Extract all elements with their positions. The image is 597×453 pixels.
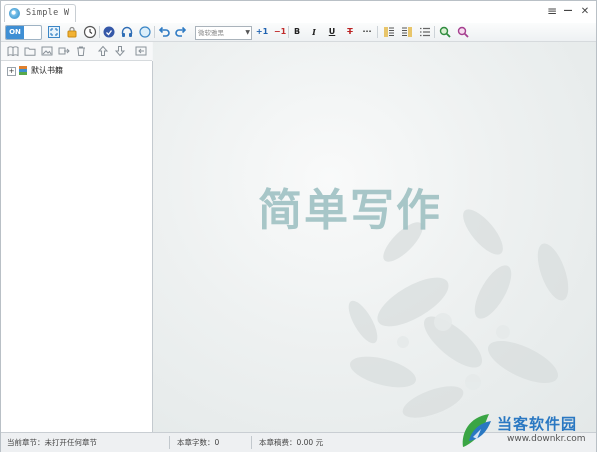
fee-status: 本章稿费：0.00 元 — [259, 438, 324, 447]
chevron-down-icon: ▼ — [245, 29, 250, 36]
status-separator — [251, 436, 252, 449]
site-watermark: 当客软件园 www.downkr.com — [459, 411, 597, 453]
title-bar: Simple W ≡ — ✕ — [1, 1, 596, 23]
italic-button[interactable]: I — [308, 25, 320, 39]
redo-icon[interactable] — [174, 25, 188, 39]
align-right-icon[interactable] — [400, 25, 414, 39]
search-icon[interactable] — [438, 25, 452, 39]
sidebar-toolbar — [1, 42, 152, 61]
tab-title: Simple W — [26, 8, 70, 18]
new-book-icon[interactable] — [7, 45, 19, 57]
book-tree-panel: + 默认书籍 — [1, 61, 153, 432]
more-button[interactable]: ··· — [360, 25, 374, 39]
app-logo-icon — [9, 8, 20, 19]
menu-icon[interactable]: ≡ — [545, 5, 559, 18]
app-window: Simple W ≡ — ✕ ON 微软雅黑 ▼ +1 −1 B I U T ·… — [0, 0, 597, 452]
align-left-icon[interactable] — [382, 25, 396, 39]
app-watermark-logo: 简单写作 — [258, 185, 442, 236]
current-chapter-status: 当前章节：未打开任何章节 — [7, 438, 97, 447]
font-select[interactable]: 微软雅黑 ▼ — [195, 26, 252, 40]
headphones-icon[interactable] — [120, 25, 134, 39]
on-off-toggle[interactable]: ON — [5, 25, 42, 40]
site-brand-name: 当客软件园 — [497, 415, 578, 433]
site-url: www.downkr.com — [507, 434, 586, 444]
list-icon[interactable] — [418, 25, 432, 39]
replace-search-icon[interactable] — [456, 25, 470, 39]
bold-button[interactable]: B — [291, 25, 303, 39]
toolbar-separator — [154, 26, 155, 38]
fullscreen-icon[interactable] — [47, 25, 61, 39]
strikethrough-button[interactable]: T — [344, 25, 356, 39]
toolbar-separator — [377, 26, 378, 38]
export-icon[interactable] — [58, 45, 70, 57]
toolbar-separator — [99, 26, 100, 38]
collapse-panel-icon[interactable] — [135, 45, 147, 57]
move-up-icon[interactable] — [97, 45, 109, 57]
document-tab[interactable]: Simple W — [4, 4, 76, 22]
font-size-decrease-button[interactable]: −1 — [273, 25, 287, 39]
minimize-button[interactable]: — — [561, 5, 575, 18]
toolbar-separator — [434, 26, 435, 38]
editor-area[interactable]: 简单写作 — [153, 42, 596, 432]
trash-icon[interactable] — [75, 45, 87, 57]
site-logo-icon — [462, 414, 491, 447]
circle-icon[interactable] — [138, 25, 152, 39]
font-select-value: 微软雅黑 — [198, 29, 224, 37]
expand-toggle[interactable]: + — [7, 67, 16, 76]
close-button[interactable]: ✕ — [578, 5, 592, 18]
undo-icon[interactable] — [157, 25, 171, 39]
open-folder-icon[interactable] — [24, 45, 36, 57]
image-icon[interactable] — [41, 45, 53, 57]
toggle-on-label: ON — [6, 26, 24, 39]
word-count-status: 本章字数：0 — [177, 438, 220, 447]
shield-icon[interactable] — [102, 25, 116, 39]
main-toolbar: ON 微软雅黑 ▼ +1 −1 B I U T ··· — [1, 23, 596, 42]
font-size-increase-button[interactable]: +1 — [255, 25, 269, 39]
lock-icon[interactable] — [65, 25, 79, 39]
move-down-icon[interactable] — [114, 45, 126, 57]
book-icon — [18, 65, 29, 76]
status-separator — [169, 436, 170, 449]
underline-button[interactable]: U — [326, 25, 338, 39]
clock-icon[interactable] — [83, 25, 97, 39]
tree-item-label: 默认书籍 — [31, 66, 63, 75]
toolbar-separator — [288, 26, 289, 38]
